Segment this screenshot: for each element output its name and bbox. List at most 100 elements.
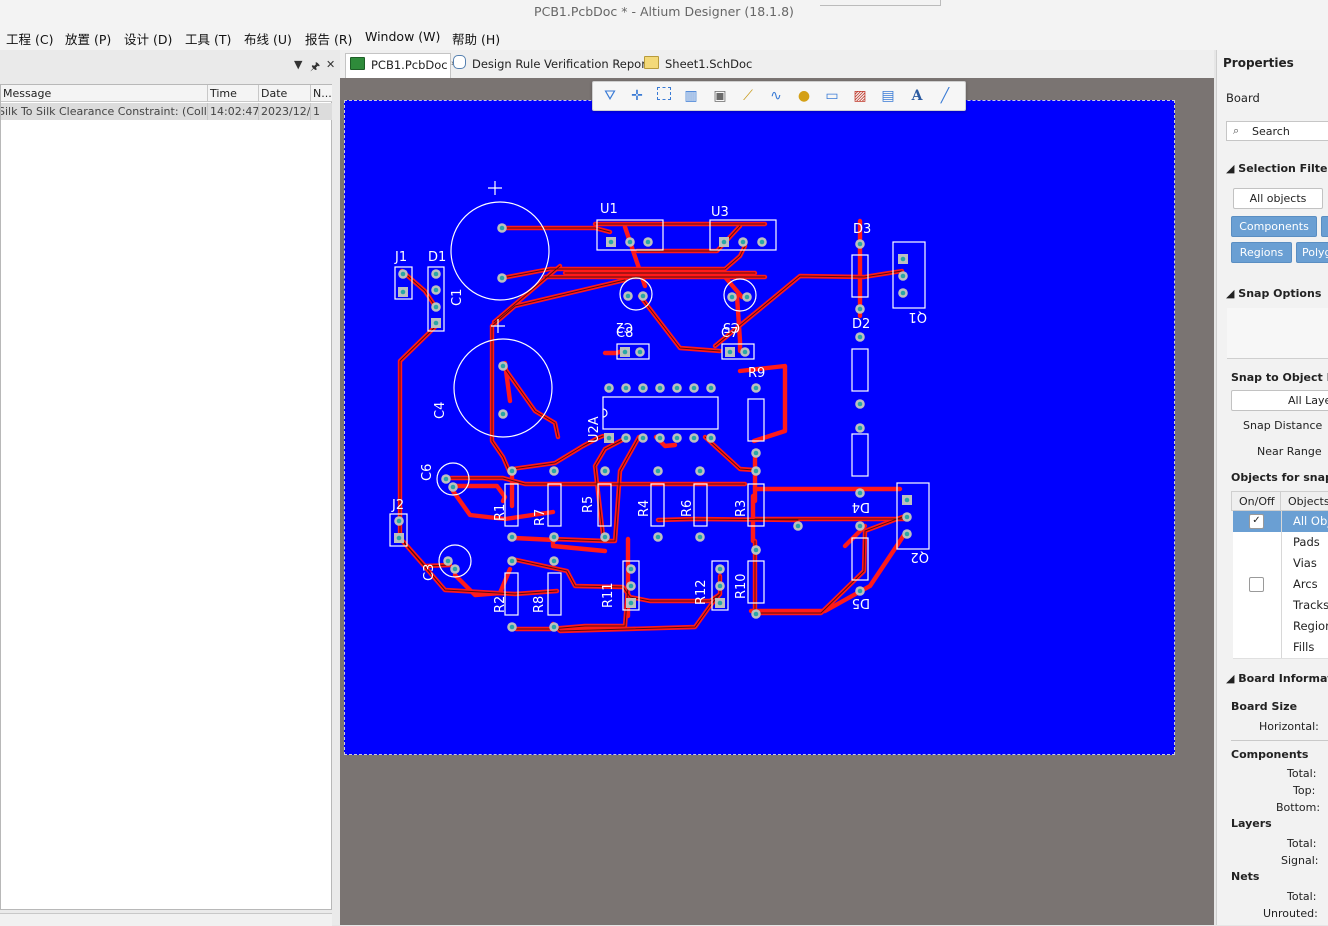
all-objects-button[interactable]: All objects (1233, 188, 1323, 209)
menu-design[interactable]: 设计 (D) (124, 29, 172, 48)
date-cell: 2023/12/6 (259, 103, 311, 120)
menu-help[interactable]: 帮助 (H) (452, 29, 500, 48)
snap-object-row[interactable]: Pads (1233, 532, 1328, 554)
snap-checkbox[interactable] (1249, 577, 1264, 592)
designator: D4 (852, 499, 870, 514)
column-divider (1281, 553, 1282, 574)
column-header-no[interactable]: N... (311, 85, 332, 102)
interactive-route-icon[interactable]: ∿ (765, 86, 787, 106)
tab-label: PCB1.PcbDoc * (371, 58, 458, 72)
window-controls[interactable] (820, 0, 941, 6)
column-header-message[interactable]: Message (1, 85, 208, 102)
snap-object-row[interactable]: Vias (1233, 553, 1328, 575)
polygons-filter-button[interactable]: Polygons (1296, 242, 1328, 263)
messages-panel: ▼ 🖈 ✕ Message Time Date N... Silk To Sil… (0, 50, 340, 926)
snap-object-row[interactable]: Arcs (1233, 574, 1328, 596)
designator: D1 (428, 250, 446, 265)
snap-object-row[interactable]: Tracks (1233, 595, 1328, 617)
designator: U3 (711, 205, 729, 220)
designator: D5 (852, 595, 870, 610)
menu-project[interactable]: 工程 (C) (6, 29, 53, 48)
menu-route[interactable]: 布线 (U) (244, 29, 292, 48)
designator: D3 (853, 222, 871, 237)
close-icon[interactable]: ✕ (326, 58, 335, 71)
section-snap-options[interactable]: ◢ Snap Options (1226, 287, 1321, 300)
layers-button[interactable]: All Layers (1231, 390, 1328, 411)
messages-table: Message Time Date N... Silk To Silk Clea… (0, 84, 332, 910)
horizontal-scrollbar[interactable] (0, 913, 332, 926)
section-label: Selection Filter (1238, 162, 1328, 175)
cross-icon[interactable]: ✛ (626, 86, 648, 106)
select-rect-icon[interactable] (653, 86, 675, 106)
snap-to-hotspots-label: Snap to Object Hotspots (1231, 371, 1328, 384)
dimension-icon[interactable]: ▨ (849, 86, 871, 106)
pcb-board[interactable]: U1 U3 D3 J1 D1 C1 C2 C5 Q1 D2 C8 C7 R9 C… (344, 100, 1175, 755)
designator: C4 (433, 402, 448, 419)
search-placeholder: Search (1252, 125, 1290, 138)
tab-schematic[interactable]: Sheet1.SchDoc (644, 53, 754, 77)
menu-reports[interactable]: 报告 (R) (305, 29, 352, 48)
column-header-time[interactable]: Time (208, 85, 259, 102)
column-header-on-off: On/Off (1239, 495, 1275, 508)
designator: R5 (581, 496, 596, 513)
tab-pcb-doc[interactable]: PCB1.PcbDoc * (345, 53, 457, 78)
section-label: Board Information (1238, 672, 1328, 685)
section-label: Snap Options (1238, 287, 1322, 300)
snap-checkbox[interactable]: ✓ (1249, 514, 1264, 529)
designator: R3 (734, 500, 749, 517)
divider (1231, 740, 1328, 741)
panel-menu-icon[interactable]: ▼ (294, 58, 302, 71)
search-icon: ⌕ (1233, 124, 1240, 137)
components-label: Components (1231, 748, 1309, 761)
nets-unrouted-label: Unrouted: (1263, 907, 1318, 920)
line-icon[interactable]: ╱ (934, 86, 956, 106)
text-icon[interactable]: A (906, 86, 928, 106)
components-filter-button[interactable]: Components (1231, 216, 1317, 237)
layers-total-label: Total: (1287, 837, 1317, 850)
section-selection-filter[interactable]: ◢ Selection Filter (1226, 162, 1328, 175)
snap-object-row[interactable]: ✓ All Objects (1233, 511, 1328, 533)
column-header-date[interactable]: Date (259, 85, 311, 102)
menu-place[interactable]: 放置 (P) (65, 29, 111, 48)
message-cell: Silk To Silk Clearance Constraint: (Coll… (1, 103, 208, 120)
section-board-information[interactable]: ◢ Board Information (1226, 672, 1328, 685)
snap-object-name: Regions (1293, 619, 1328, 633)
snap-object-name: Pads (1293, 535, 1320, 549)
properties-panel: Properties Board ⌕ Search ◢ Selection Fi… (1216, 50, 1328, 925)
nets-total-label: Total: (1287, 890, 1317, 903)
pcb-workspace[interactable]: U1 U3 D3 J1 D1 C1 C2 C5 Q1 D2 C8 C7 R9 C… (340, 78, 1214, 925)
regions-filter-button[interactable]: Regions (1231, 242, 1292, 263)
snap-object-row[interactable]: Fills (1233, 637, 1328, 659)
designator: Q2 (910, 549, 929, 564)
designator: R7 (533, 509, 548, 526)
designator: J2 (391, 498, 404, 513)
track-layer (397, 218, 909, 634)
search-input[interactable]: ⌕ Search (1226, 121, 1328, 141)
designator: R11 (601, 582, 616, 608)
snap-object-name: Tracks (1293, 598, 1328, 612)
filter-button-clipped[interactable] (1321, 216, 1328, 237)
canvas-toolbar: ⛛ ✛ ▥ ▣ ⟋ ∿ ● ▭ ▨ ▤ A ╱ (592, 81, 966, 111)
snap-object-name: Fills (1293, 640, 1315, 654)
filter-icon[interactable]: ⛛ (599, 86, 621, 106)
pin-icon[interactable]: 🖈 (310, 58, 320, 77)
designator: R4 (637, 500, 652, 517)
components-total-label: Total: (1287, 767, 1317, 780)
menu-window[interactable]: Window (W) (365, 29, 440, 44)
route-icon[interactable]: ⟋ (737, 86, 759, 106)
polygon-icon[interactable]: ▭ (821, 86, 843, 106)
via-icon[interactable]: ● (793, 86, 815, 106)
component-icon[interactable]: ▣ (709, 86, 731, 106)
menu-tools[interactable]: 工具 (T) (185, 29, 231, 48)
snap-object-row[interactable]: Regions (1233, 616, 1328, 638)
designator: C8 (616, 326, 633, 341)
column-divider (1281, 616, 1282, 637)
designator: C1 (450, 289, 465, 306)
report-icon[interactable]: ▤ (877, 86, 899, 106)
designator: C6 (420, 464, 435, 481)
pcb-doc-icon (350, 57, 365, 70)
designator: D2 (852, 317, 870, 332)
near-range-label: Near Range (1257, 445, 1322, 458)
tab-drc-report[interactable]: Design Rule Verification Report (453, 53, 650, 77)
chart-icon[interactable]: ▥ (680, 86, 702, 106)
